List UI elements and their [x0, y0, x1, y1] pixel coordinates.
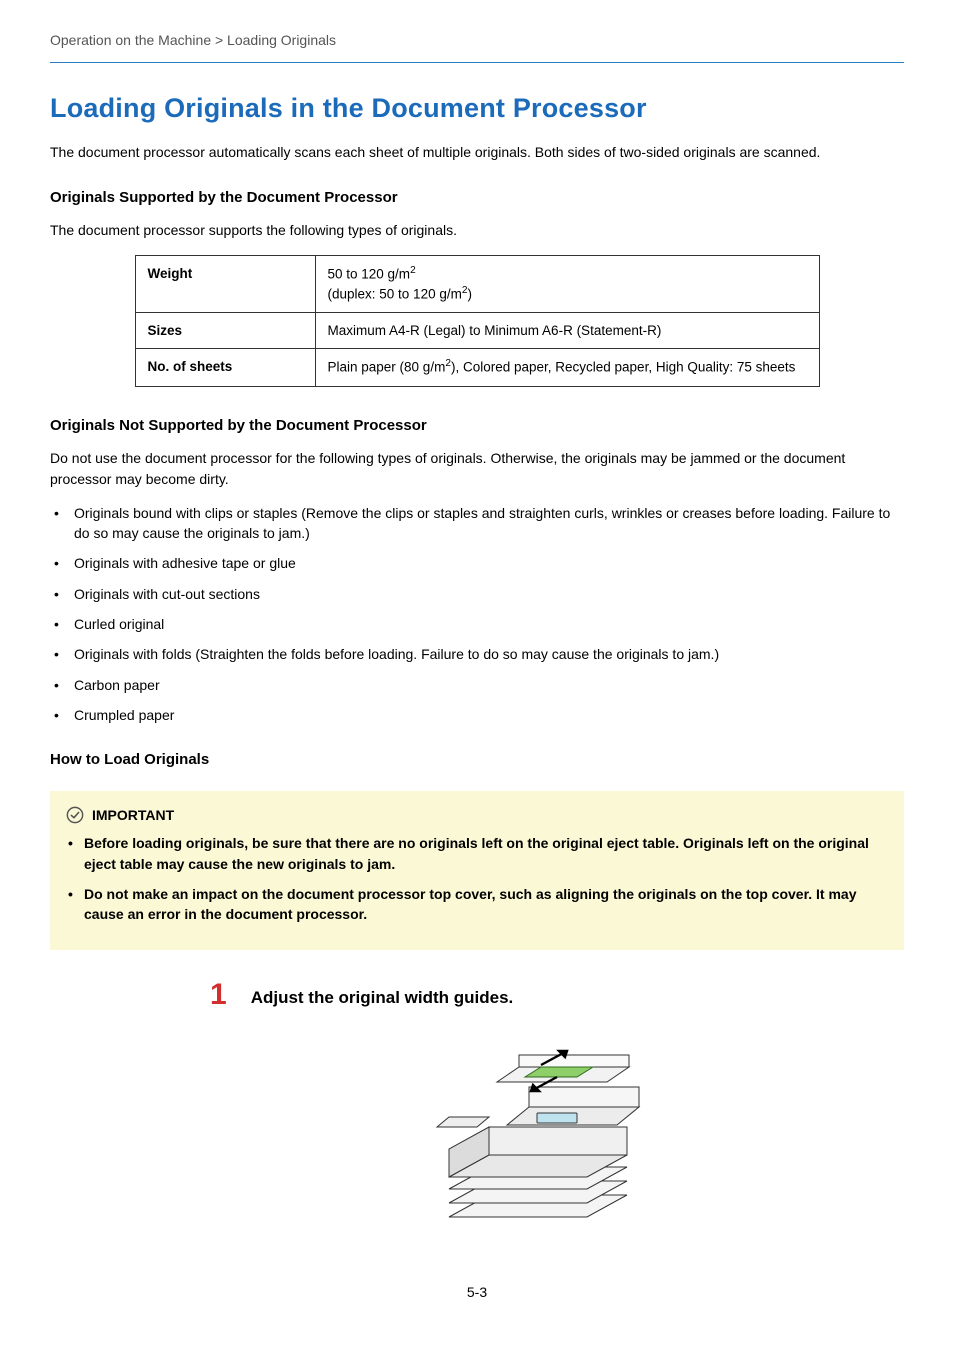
table-row: Weight 50 to 120 g/m2 (duplex: 50 to 120… [135, 255, 819, 312]
list-item: Curled original [50, 614, 904, 634]
step-title: Adjust the original width guides. [251, 980, 514, 1011]
spec-label-sheets: No. of sheets [135, 349, 315, 386]
important-item: Before loading originals, be sure that t… [68, 833, 888, 874]
step-1-row: 1 Adjust the original width guides. [210, 980, 904, 1011]
page-number: 5-3 [50, 1282, 904, 1302]
supported-lead: The document processor supports the foll… [50, 220, 904, 240]
spec-label-sizes: Sizes [135, 312, 315, 349]
check-circle-icon [66, 806, 84, 824]
breadcrumb: Operation on the Machine > Loading Origi… [50, 30, 904, 50]
step-number: 1 [210, 980, 227, 1010]
table-row: No. of sheets Plain paper (80 g/m2), Col… [135, 349, 819, 386]
spec-value-sheets: Plain paper (80 g/m2), Colored paper, Re… [315, 349, 819, 386]
not-supported-list: Originals bound with clips or staples (R… [50, 503, 904, 725]
printer-illustration [170, 1027, 904, 1242]
page-title: Loading Originals in the Document Proces… [50, 89, 904, 128]
not-supported-lead: Do not use the document processor for th… [50, 448, 904, 489]
important-callout: IMPORTANT Before loading originals, be s… [50, 791, 904, 950]
list-item: Originals with folds (Straighten the fol… [50, 644, 904, 664]
divider-top [50, 62, 904, 63]
heading-howto: How to Load Originals [50, 749, 904, 771]
spec-table: Weight 50 to 120 g/m2 (duplex: 50 to 120… [135, 255, 820, 387]
list-item: Crumpled paper [50, 705, 904, 725]
list-item: Carbon paper [50, 675, 904, 695]
spec-label-weight: Weight [135, 255, 315, 312]
spec-value-weight: 50 to 120 g/m2 (duplex: 50 to 120 g/m2) [315, 255, 819, 312]
list-item: Originals with adhesive tape or glue [50, 553, 904, 573]
list-item: Originals with cut-out sections [50, 584, 904, 604]
important-item: Do not make an impact on the document pr… [68, 884, 888, 925]
heading-not-supported: Originals Not Supported by the Document … [50, 415, 904, 437]
intro-paragraph: The document processor automatically sca… [50, 142, 904, 162]
spec-value-sizes: Maximum A4-R (Legal) to Minimum A6-R (St… [315, 312, 819, 349]
list-item: Originals bound with clips or staples (R… [50, 503, 904, 544]
table-row: Sizes Maximum A4-R (Legal) to Minimum A6… [135, 312, 819, 349]
important-label: IMPORTANT [92, 805, 174, 825]
heading-supported: Originals Supported by the Document Proc… [50, 187, 904, 209]
